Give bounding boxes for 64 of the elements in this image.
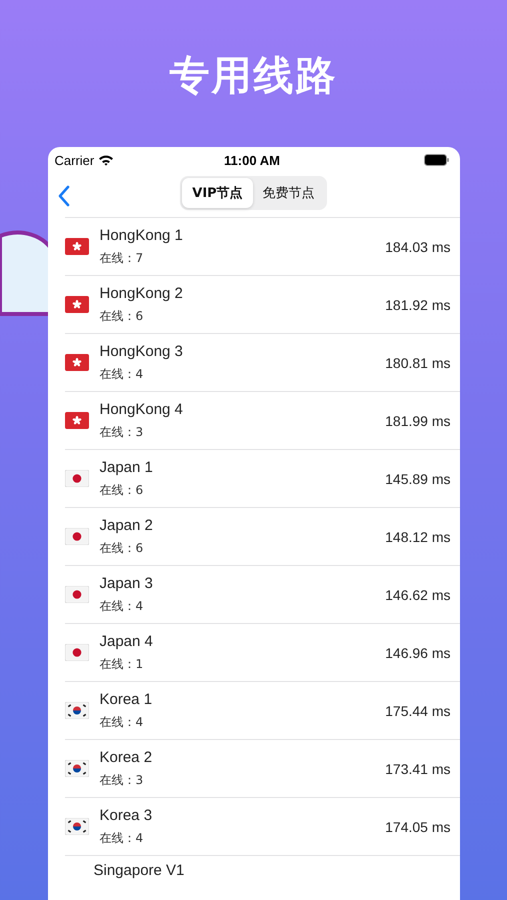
online-count: 在线：3 [100,772,144,788]
flag-icon [64,818,88,835]
server-row[interactable]: Japan 3 在线：4 146.62 ms [64,565,460,623]
online-count: 在线：6 [100,540,144,556]
server-row[interactable]: HongKong 3 在线：4 180.81 ms [64,333,460,391]
flag-icon [64,354,88,371]
server-name: HongKong 1 [100,226,184,244]
server-name: Korea 1 [100,690,154,708]
carrier-label: Carrier [54,152,94,168]
flag-icon [64,412,88,429]
online-count: 在线：6 [100,482,144,498]
server-row[interactable]: Korea 3 在线：4 174.05 ms [64,797,460,855]
segment-tab[interactable]: VIP节点 [182,178,253,208]
server-name: Japan 3 [100,574,154,592]
status-time: 11:00 AM [224,152,280,168]
flag-icon [64,528,88,545]
online-count: 在线：7 [100,250,144,266]
server-row[interactable]: HongKong 2 在线：6 181.92 ms [64,275,460,333]
server-row[interactable]: Japan 1 在线：6 145.89 ms [64,449,460,507]
latency-label: 180.81 ms [385,354,450,370]
latency-label: 146.96 ms [385,644,450,660]
server-name: Japan 1 [100,458,154,476]
online-count: 在线：4 [100,714,144,730]
server-name: Japan 4 [100,632,154,650]
segment-tab[interactable]: 免费节点 [252,178,325,208]
online-count: 在线：3 [100,424,144,440]
server-row[interactable]: Japan 4 在线：1 146.96 ms [64,623,460,681]
online-count: 在线：4 [100,598,144,614]
flag-icon [64,296,88,313]
server-name: Singapore V1 [94,862,184,879]
online-count: 在线：4 [100,366,144,382]
server-row[interactable]: Korea 1 在线：4 175.44 ms [64,681,460,739]
server-name: HongKong 4 [100,400,184,418]
online-count: 在线：1 [100,656,144,672]
server-name: HongKong 3 [100,342,184,360]
flag-icon [64,702,88,719]
battery-icon [424,154,450,166]
latency-label: 173.41 ms [385,760,450,776]
server-row[interactable]: Korea 2 在线：3 173.41 ms [64,739,460,797]
flag-icon [64,760,88,777]
server-name: Korea 3 [100,806,154,824]
flag-icon [64,238,88,255]
latency-label: 174.05 ms [385,818,450,834]
server-row[interactable]: HongKong 1 在线：7 184.03 ms [64,217,460,275]
latency-label: 146.62 ms [385,586,450,602]
latency-label: 145.89 ms [385,470,450,486]
latency-label: 181.99 ms [385,412,450,428]
flag-icon [64,470,88,487]
latency-label: 184.03 ms [385,238,450,254]
latency-label: 175.44 ms [385,702,450,718]
latency-label: 148.12 ms [385,528,450,544]
server-row[interactable]: Japan 2 在线：6 148.12 ms [64,507,460,565]
online-count: 在线：6 [100,308,144,324]
server-name: Korea 2 [100,748,154,766]
headline: 专用线路 [170,52,338,101]
server-row[interactable]: HongKong 4 在线：3 181.99 ms [64,391,460,449]
back-icon[interactable] [58,185,70,207]
flag-icon [64,644,88,661]
online-count: 在线：4 [100,830,144,846]
flag-icon [64,586,88,603]
server-name: Japan 2 [100,516,154,534]
server-name: HongKong 2 [100,284,184,302]
latency-label: 181.92 ms [385,296,450,312]
wifi-icon [98,154,114,166]
